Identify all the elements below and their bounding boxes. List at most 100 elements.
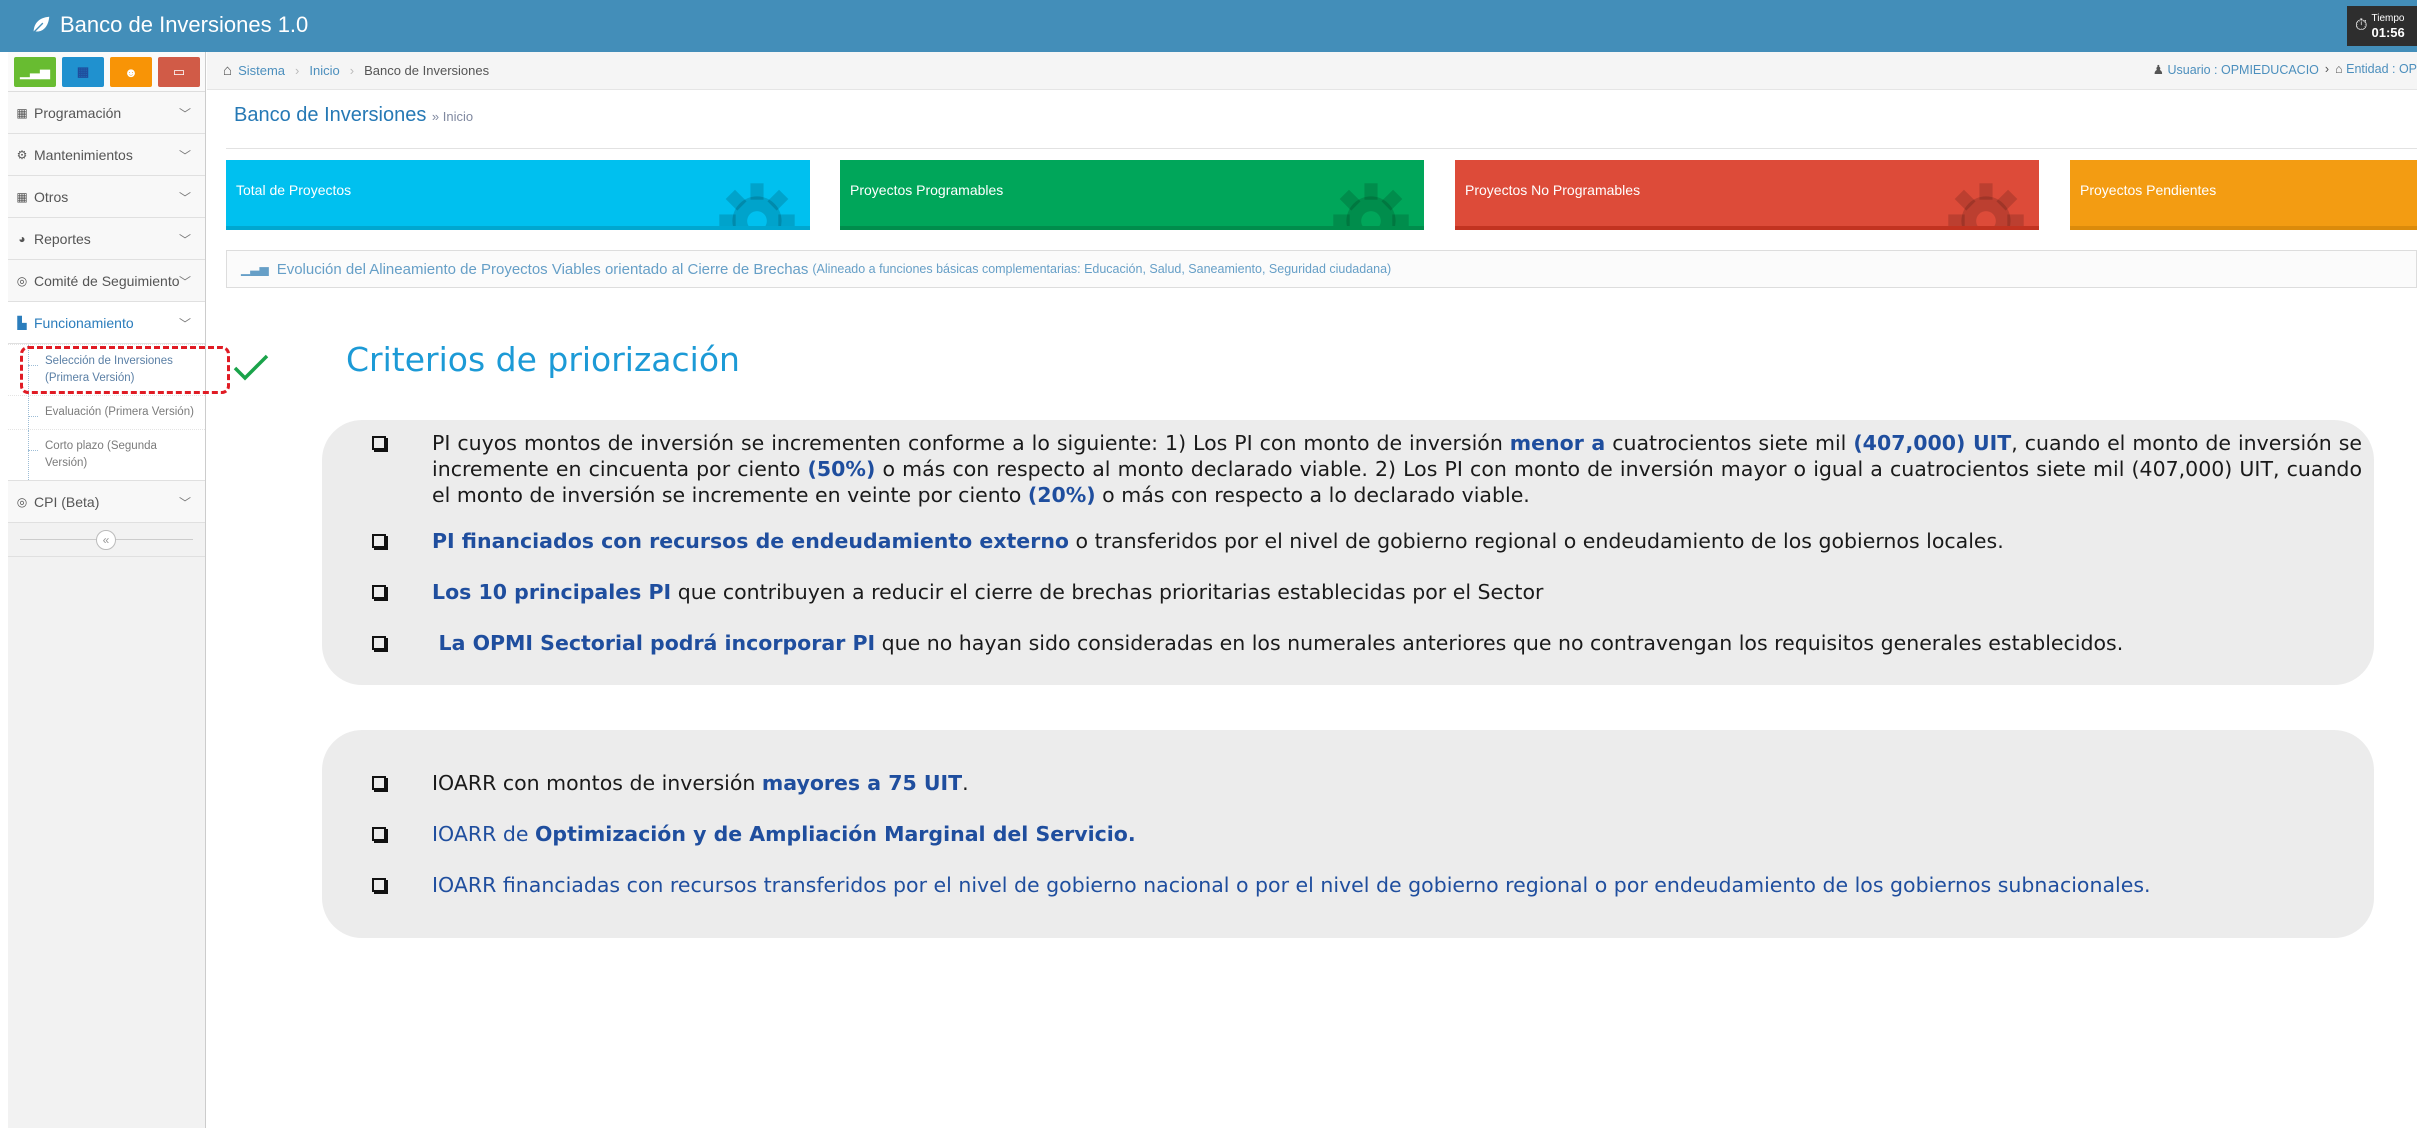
checkmark-icon (233, 354, 269, 381)
criteria-item: La OPMI Sectorial podrá incorporar PI qu… (372, 630, 2362, 656)
session-timer: ⏱ Tiempo 01:56 (2347, 6, 2417, 46)
home-icon: ⌂ (223, 62, 233, 79)
bank-icon: ⌂ (2335, 62, 2343, 76)
criteria-item: IOARR financiadas con recursos transferi… (372, 872, 2362, 898)
criteria-text: La OPMI Sectorial podrá incorporar PI qu… (438, 631, 2124, 655)
calendar-icon: ▦ (76, 64, 90, 79)
chevron-down-icon: ﹀ (178, 191, 191, 205)
criteria-text: PI cuyos montos de inversión se incremen… (432, 431, 2362, 507)
sidebar-item-reportes[interactable]: ◕ Reportes ﹀ (8, 218, 205, 260)
criteria-text: IOARR financiadas con recursos transferi… (432, 873, 2151, 897)
sidebar-item-programacion[interactable]: ▦ Programación ﹀ (8, 92, 205, 134)
checkbox-bullet-icon (372, 776, 386, 790)
chevron-down-icon: ﹀ (178, 496, 191, 510)
breadcrumb-separator-icon: › (295, 63, 300, 78)
leaf-icon (32, 16, 50, 34)
sidebar-item-cpi[interactable]: ◎ CPI (Beta) ﹀ (8, 481, 205, 523)
page-title: Banco de Inversiones » Inicio (234, 104, 473, 127)
checkbox-bullet-icon (372, 534, 386, 548)
divider (226, 148, 2417, 149)
users-shortcut-button[interactable]: ☻ (110, 57, 152, 87)
entity-label[interactable]: ⌂ Entidad : OP (2335, 62, 2417, 77)
signal-shortcut-button[interactable]: ▁▃▅ (14, 57, 56, 87)
breadcrumb-current: Banco de Inversiones (364, 63, 490, 78)
stat-proyectos-no-programables[interactable]: Proyectos No Programables (1455, 160, 2039, 230)
submenu-item-corto-plazo[interactable]: Corto plazo (Segunda Versión) (8, 429, 205, 480)
gear-icon (1333, 183, 1409, 230)
signal-icon: ▁▃▅ (20, 64, 50, 79)
sidebar-item-label: Comité de Seguimiento (34, 272, 180, 289)
chart-widget-note: (Alineado a funciones básicas complement… (812, 262, 1392, 276)
stat-total-proyectos[interactable]: Total de Proyectos (226, 160, 810, 230)
breadcrumb: ⌂ Sistema › Inicio › Banco de Inversione… (207, 52, 2417, 90)
chart-widget-title: Evolución del Alineamiento de Proyectos … (276, 260, 809, 278)
page-subtitle: » Inicio (431, 109, 474, 124)
sidebar-item-comite[interactable]: ◎ Comité de Seguimiento ﹀ (8, 260, 205, 302)
criteria-item: IOARR de Optimización y de Ampliación Ma… (372, 821, 2362, 847)
sidebar-item-label: Mantenimientos (34, 146, 133, 163)
eye-icon: ◎ (16, 494, 28, 509)
criteria-text: Los 10 principales PI que contribuyen a … (432, 580, 1544, 604)
app-brand[interactable]: Banco de Inversiones 1.0 (30, 12, 308, 38)
calendar-icon: ▦ (16, 105, 28, 120)
user-name: Usuario : OPMIEDUCACIO (2167, 63, 2319, 77)
bar-chart-icon: ▙ (17, 315, 27, 330)
chevron-down-icon: ﹀ (178, 149, 191, 163)
sidebar-collapse: « (8, 523, 205, 557)
stat-label: Proyectos Programables (850, 182, 1004, 198)
stat-label: Total de Proyectos (236, 182, 352, 198)
cogs-icon: ⚙ (16, 147, 28, 162)
sidebar: ▁▃▅ ▦ ☻ ▭ ▦ Programación ﹀ ⚙ Mantenimien… (8, 52, 206, 1128)
checkbox-bullet-icon (372, 436, 386, 450)
stat-proyectos-programables[interactable]: Proyectos Programables (840, 160, 1424, 230)
chevron-down-icon: ﹀ (178, 233, 191, 247)
sidebar-shortcuts: ▁▃▅ ▦ ☻ ▭ (8, 52, 205, 92)
criteria-panel-pi: PI cuyos montos de inversión se incremen… (322, 420, 2374, 685)
chevron-down-icon: ﹀ (178, 107, 191, 121)
pie-chart-icon: ◕ (18, 231, 26, 246)
submenu-item-evaluacion[interactable]: Evaluación (Primera Versión) (8, 395, 205, 429)
gear-icon (719, 183, 795, 230)
top-navbar: Banco de Inversiones 1.0 ⏱ Tiempo 01:56 (0, 0, 2417, 52)
calendar-shortcut-button[interactable]: ▦ (62, 57, 104, 87)
signal-icon: ▁▃▅ (241, 262, 269, 276)
sidebar-item-funcionamiento[interactable]: ▙ Funcionamiento ﹀ (8, 302, 205, 344)
user-info: ♟ Usuario : OPMIEDUCACIO › ⌂ Entidad : O… (2153, 62, 2417, 77)
criteria-item: PI cuyos montos de inversión se incremen… (372, 430, 2362, 508)
stat-label: Proyectos No Programables (1465, 182, 1641, 198)
criteria-text: PI financiados con recursos de endeudami… (432, 529, 2004, 553)
breadcrumb-inicio[interactable]: Inicio (309, 63, 339, 78)
sidebar-item-label: Reportes (34, 230, 91, 247)
chart-widget-header[interactable]: ▁▃▅ Evolución del Alineamiento de Proyec… (226, 250, 2417, 288)
page-title-text: Banco de Inversiones (234, 104, 427, 126)
highlight-annotation (20, 346, 230, 394)
timer-label: Tiempo (2371, 12, 2405, 24)
user-icon: ♟ (2152, 63, 2164, 77)
sidebar-item-otros[interactable]: ▦ Otros ﹀ (8, 176, 205, 218)
criteria-title: Criterios de priorización (346, 340, 740, 379)
sidebar-item-label: Funcionamiento (34, 314, 134, 331)
timer-value: 01:56 (2371, 24, 2405, 40)
eye-icon: ◎ (16, 273, 28, 288)
clock-icon: ⏱ (2355, 17, 2368, 34)
entity-name: Entidad : OP (2346, 62, 2417, 76)
chevron-down-icon: ﹀ (178, 275, 191, 289)
checkbox-bullet-icon (372, 585, 386, 599)
checkbox-bullet-icon (372, 878, 386, 892)
sidebar-collapse-button[interactable]: « (96, 530, 116, 550)
users-icon: ☻ (124, 64, 138, 80)
checkbox-bullet-icon (372, 636, 386, 650)
criteria-item: IOARR con montos de inversión mayores a … (372, 770, 2362, 796)
criteria-text: IOARR de Optimización y de Ampliación Ma… (432, 822, 1136, 846)
gear-icon (1948, 183, 2024, 230)
app-title: Banco de Inversiones 1.0 (60, 12, 309, 37)
stat-label: Proyectos Pendientes (2080, 182, 2217, 198)
sidebar-item-mantenimientos[interactable]: ⚙ Mantenimientos ﹀ (8, 134, 205, 176)
breadcrumb-sistema[interactable]: Sistema (238, 63, 285, 78)
criteria-item: Los 10 principales PI que contribuyen a … (372, 579, 2362, 605)
desktop-shortcut-button[interactable]: ▭ (158, 57, 200, 87)
separator-icon: › (2324, 62, 2330, 76)
breadcrumb-separator-icon: › (349, 63, 355, 78)
user-label[interactable]: ♟ Usuario : OPMIEDUCACIO (2153, 62, 2319, 77)
stat-proyectos-pendientes[interactable]: Proyectos Pendientes (2070, 160, 2417, 230)
